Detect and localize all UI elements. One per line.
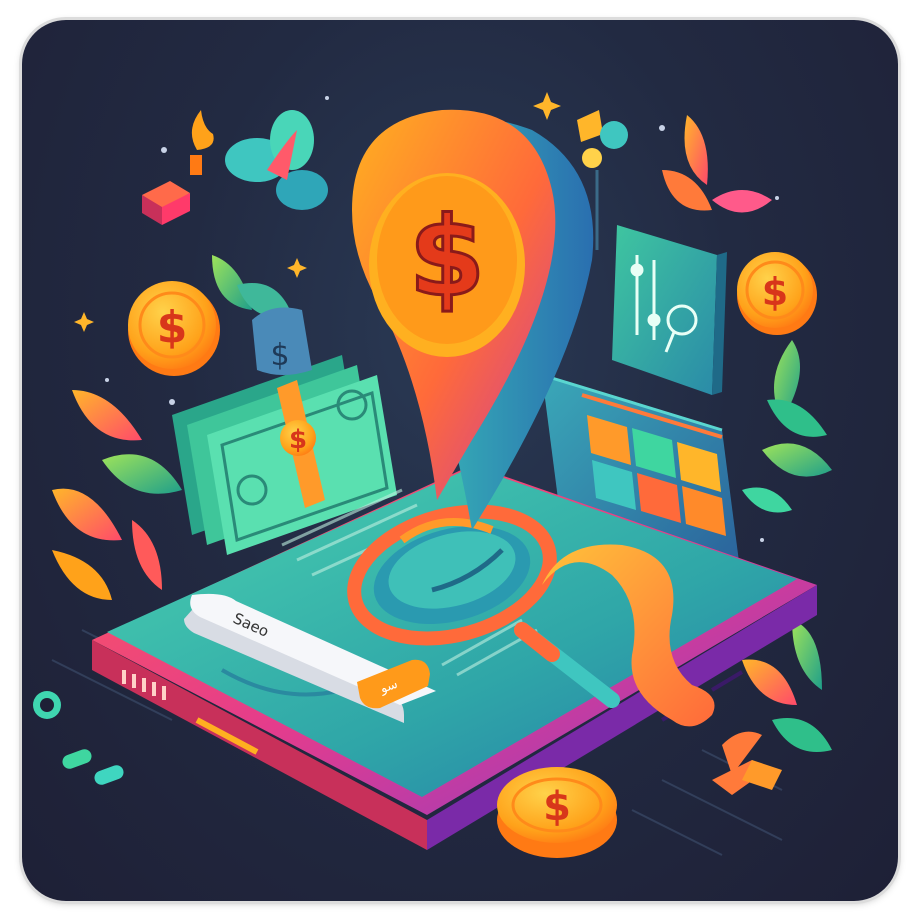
illustration-canvas: $ $ $ $ Saeo سو $ $: [33, 92, 832, 858]
shield-icon: $: [252, 307, 312, 375]
shield-symbol: $: [270, 338, 289, 373]
bottom-left-shapes: [33, 691, 124, 785]
coin-bottom-icon: $: [497, 767, 617, 858]
flame-icon: [190, 110, 214, 175]
gem-block-icon: [142, 181, 190, 225]
right-top-leaves: [662, 115, 772, 213]
coin-bottom-symbol: $: [543, 784, 571, 830]
pin-dollar-symbol: $: [409, 193, 486, 321]
right-leaves: [742, 340, 832, 513]
brush-icon: [712, 760, 782, 795]
flower-teal-icon: [225, 110, 328, 210]
illustration-frame: $ $ $ $ Saeo سو $ $: [22, 20, 898, 901]
coin-left-symbol: $: [157, 302, 188, 353]
bill-band-symbol: $: [289, 425, 307, 455]
left-lower-leaves: [52, 390, 182, 600]
left-leaves: [212, 255, 292, 317]
coin-right-symbol: $: [762, 270, 788, 314]
search-card: [612, 225, 727, 395]
coin-right-icon: $: [737, 252, 817, 335]
coin-left-icon: $: [128, 281, 220, 376]
